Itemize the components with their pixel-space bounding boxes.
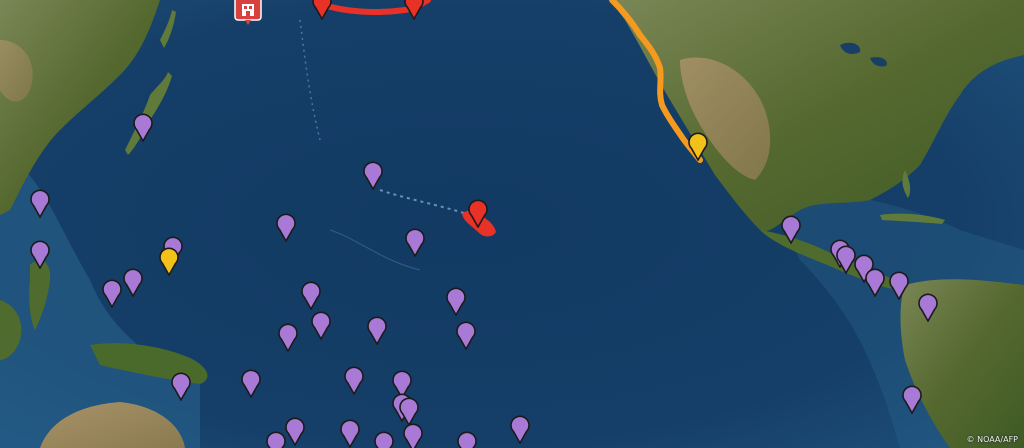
- map-pin-icon: [865, 268, 885, 297]
- map-pin-icon: [159, 247, 179, 276]
- map-pin-icon: [301, 281, 321, 310]
- station-marker[interactable]: [456, 430, 478, 448]
- station-marker[interactable]: [917, 292, 939, 322]
- station-marker[interactable]: [339, 418, 361, 448]
- station-marker[interactable]: [455, 320, 477, 350]
- map-pin-icon: [446, 287, 466, 316]
- tsunami-map[interactable]: © NOAA/AFP: [0, 0, 1024, 448]
- station-marker[interactable]: [362, 160, 384, 190]
- map-pin-icon: [340, 419, 360, 448]
- station-marker[interactable]: [132, 112, 154, 142]
- map-pin-icon: [266, 431, 286, 448]
- station-marker[interactable]: [300, 280, 322, 310]
- map-pin-icon: [285, 417, 305, 446]
- map-pin-icon: [133, 113, 153, 142]
- map-pin-icon: [30, 240, 50, 269]
- map-pin-icon: [374, 431, 394, 448]
- station-marker[interactable]: [310, 310, 332, 340]
- station-marker[interactable]: [284, 416, 306, 446]
- map-pin-icon: [367, 316, 387, 345]
- map-pin-icon: [102, 279, 122, 308]
- station-marker[interactable]: [901, 384, 923, 414]
- map-pin-icon: [30, 189, 50, 218]
- station-marker[interactable]: [864, 267, 886, 297]
- map-pin-icon: [404, 0, 424, 20]
- map-pin-icon: [363, 161, 383, 190]
- map-pin-icon: [918, 293, 938, 322]
- marker-layer: [0, 0, 1024, 448]
- station-marker[interactable]: [366, 315, 388, 345]
- map-pin-icon: [278, 323, 298, 352]
- map-pin-icon: [405, 228, 425, 257]
- station-marker[interactable]: [343, 365, 365, 395]
- station-marker[interactable]: [277, 322, 299, 352]
- station-marker[interactable]: [404, 227, 426, 257]
- epicenter-marker[interactable]: [311, 0, 333, 20]
- threat-marker[interactable]: [687, 131, 709, 161]
- station-marker[interactable]: [170, 371, 192, 401]
- map-pin-icon: [902, 385, 922, 414]
- threat-marker[interactable]: [158, 246, 180, 276]
- map-pin-icon: [889, 271, 909, 300]
- map-pin-icon: [311, 311, 331, 340]
- map-pin-icon: [688, 132, 708, 161]
- map-pin-icon: [403, 423, 423, 448]
- station-marker[interactable]: [780, 214, 802, 244]
- map-pin-icon: [468, 199, 488, 228]
- station-marker[interactable]: [888, 270, 910, 300]
- station-marker[interactable]: [101, 278, 123, 308]
- station-marker[interactable]: [275, 212, 297, 242]
- station-marker[interactable]: [29, 188, 51, 218]
- map-pin-icon: [456, 321, 476, 350]
- station-marker[interactable]: [265, 430, 287, 448]
- map-pin-icon: [241, 369, 261, 398]
- map-pin-icon: [276, 213, 296, 242]
- station-marker[interactable]: [373, 430, 395, 448]
- epicenter-marker[interactable]: [403, 0, 425, 20]
- station-marker[interactable]: [122, 267, 144, 297]
- station-marker[interactable]: [445, 286, 467, 316]
- station-marker[interactable]: [29, 239, 51, 269]
- hazard-building-icon[interactable]: [233, 0, 263, 26]
- map-credit: © NOAA/AFP: [966, 435, 1018, 444]
- map-pin-icon: [457, 431, 477, 448]
- map-pin-icon: [510, 415, 530, 444]
- station-marker[interactable]: [509, 414, 531, 444]
- map-pin-icon: [312, 0, 332, 20]
- station-marker[interactable]: [402, 422, 424, 448]
- station-marker[interactable]: [240, 368, 262, 398]
- map-pin-icon: [344, 366, 364, 395]
- map-pin-icon: [123, 268, 143, 297]
- epicenter-marker[interactable]: [467, 198, 489, 228]
- map-pin-icon: [781, 215, 801, 244]
- map-pin-icon: [171, 372, 191, 401]
